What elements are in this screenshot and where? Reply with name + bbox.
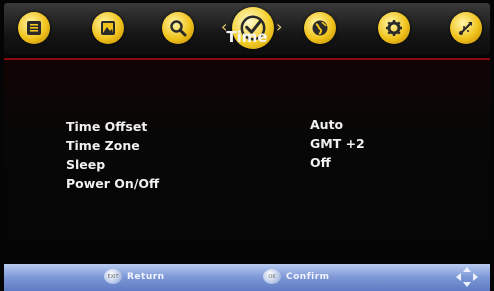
dpad-icon	[456, 267, 478, 287]
setting-value-sleep[interactable]: Off	[310, 155, 331, 170]
ok-button-icon: OK	[263, 269, 281, 284]
hint-bar	[4, 264, 490, 291]
setting-label-power-on-off[interactable]: Power On/Off	[66, 176, 159, 191]
setting-label-time-zone[interactable]: Time Zone	[66, 138, 140, 153]
setting-value-time-offset[interactable]: Auto	[310, 117, 343, 132]
setting-value-time-zone[interactable]: GMT +2	[310, 136, 365, 151]
confirm-label: Confirm	[286, 271, 330, 282]
return-hint: EXIT Return	[104, 269, 165, 284]
setting-label-sleep[interactable]: Sleep	[66, 157, 105, 172]
exit-button-icon: EXIT	[104, 269, 122, 284]
return-label: Return	[127, 271, 165, 282]
confirm-hint: OK Confirm	[263, 269, 330, 284]
tv-menu-screen: ‹ › Time Time Offset Auto Time Zone GMT …	[0, 0, 494, 291]
page-title: Time	[226, 28, 268, 46]
setting-label-time-offset[interactable]: Time Offset	[66, 119, 147, 134]
